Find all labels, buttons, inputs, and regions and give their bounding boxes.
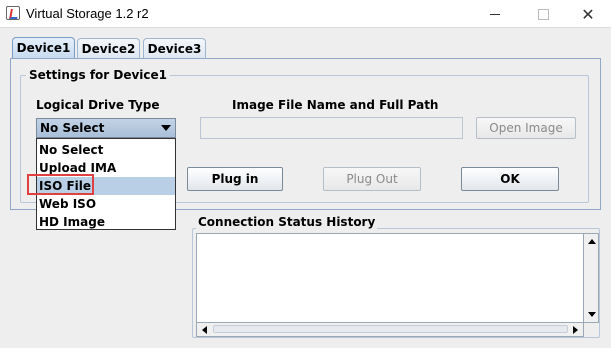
status-history-textarea[interactable] xyxy=(196,233,584,323)
scroll-down-icon[interactable] xyxy=(588,312,596,317)
drive-type-selected-value: No Select xyxy=(40,121,105,135)
drive-type-label: Logical Drive Type xyxy=(36,98,160,112)
scrollbar-thumb[interactable] xyxy=(213,325,568,333)
tab-device1[interactable]: Device1 xyxy=(12,37,75,58)
tab-label: Device3 xyxy=(147,41,202,56)
window-title: Virtual Storage 1.2 r2 xyxy=(26,6,149,21)
scroll-right-icon[interactable] xyxy=(573,326,578,334)
plug-out-button[interactable]: Plug Out xyxy=(323,167,421,191)
settings-group-title: Settings for Device1 xyxy=(26,68,171,82)
dropdown-option-web-iso[interactable]: Web ISO xyxy=(37,195,175,213)
chevron-down-icon[interactable] xyxy=(161,125,171,131)
status-group-title: Connection Status History xyxy=(196,215,378,229)
image-path-label: Image File Name and Full Path xyxy=(232,98,439,112)
plug-out-label: Plug Out xyxy=(346,172,398,186)
tab-device2[interactable]: Device2 xyxy=(77,38,140,58)
maximize-icon[interactable] xyxy=(520,0,566,28)
image-path-field[interactable] xyxy=(200,117,463,139)
plug-in-button[interactable]: Plug in xyxy=(187,167,283,191)
ok-label: OK xyxy=(500,172,520,186)
vertical-scrollbar[interactable] xyxy=(584,233,599,323)
annotation-highlight-box xyxy=(27,174,94,195)
minimize-icon[interactable] xyxy=(472,0,518,28)
close-icon[interactable]: ✕ xyxy=(565,0,611,28)
scroll-left-icon[interactable] xyxy=(202,326,207,334)
open-image-button[interactable]: Open Image xyxy=(476,117,576,139)
tab-label: Device1 xyxy=(16,41,71,55)
dropdown-option-no-select[interactable]: No Select xyxy=(37,141,175,159)
plug-in-label: Plug in xyxy=(211,172,259,186)
open-image-label: Open Image xyxy=(489,121,563,135)
drive-type-select[interactable]: No Select xyxy=(36,118,176,138)
java-app-icon xyxy=(6,6,20,20)
ok-button[interactable]: OK xyxy=(461,167,559,191)
horizontal-scrollbar[interactable] xyxy=(196,323,584,337)
tab-label: Device2 xyxy=(81,41,136,56)
title-bar: Virtual Storage 1.2 r2 ✕ xyxy=(0,0,611,28)
scroll-up-icon[interactable] xyxy=(588,239,596,244)
tab-device3[interactable]: Device3 xyxy=(143,38,206,58)
dropdown-option-hd-image[interactable]: HD Image xyxy=(37,213,175,231)
